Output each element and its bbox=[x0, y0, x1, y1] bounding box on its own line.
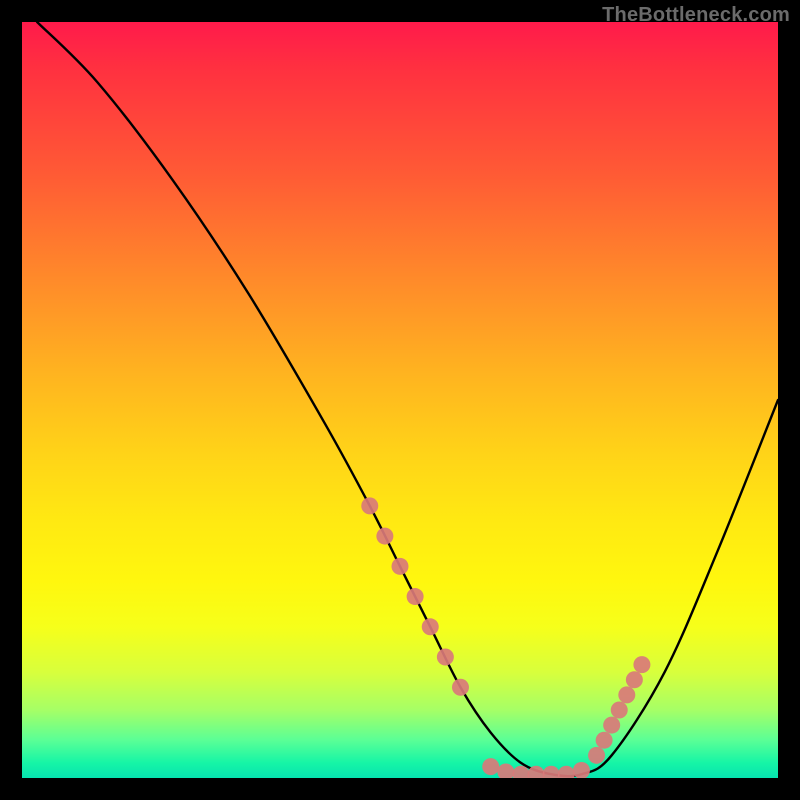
curve-line bbox=[37, 22, 778, 776]
chart-frame: TheBottleneck.com bbox=[0, 0, 800, 800]
highlight-dots bbox=[361, 497, 650, 778]
chart-svg bbox=[22, 22, 778, 778]
attribution-text: TheBottleneck.com bbox=[602, 4, 790, 27]
